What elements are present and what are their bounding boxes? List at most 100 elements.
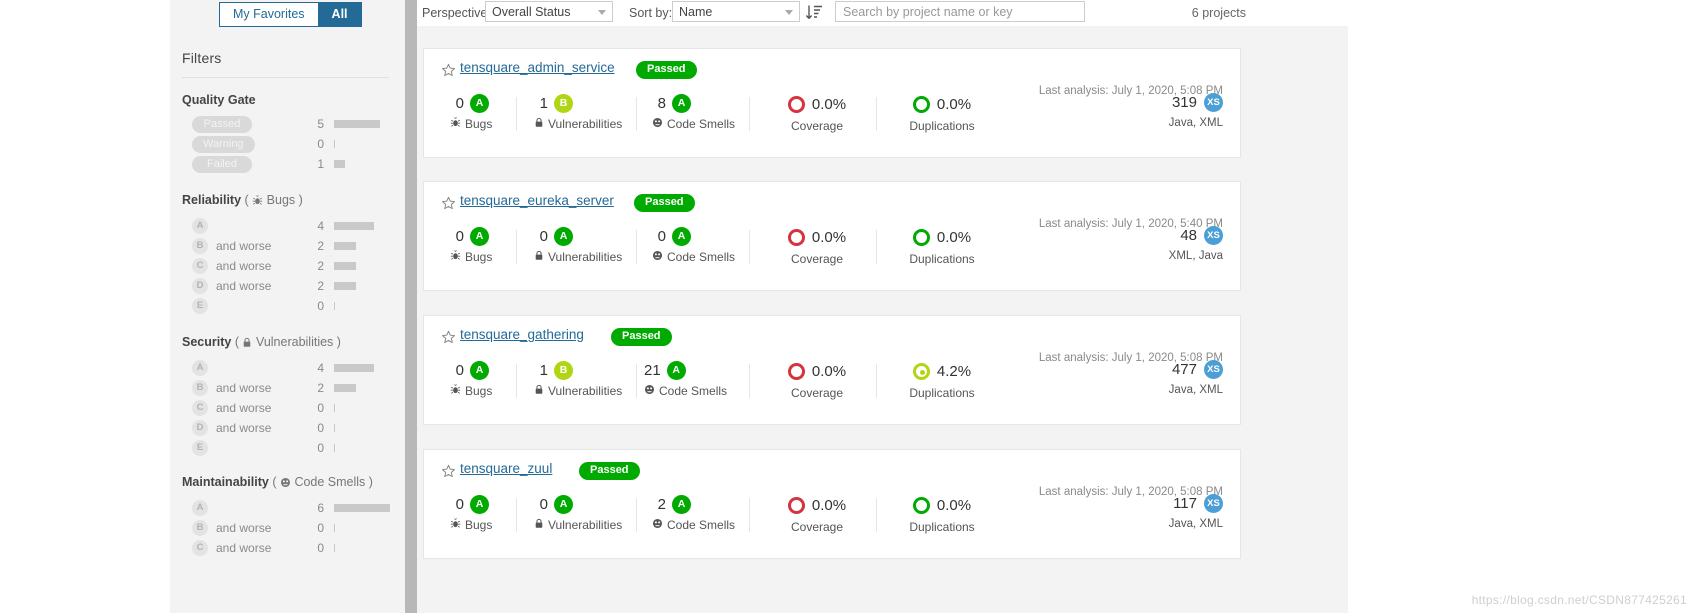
metric-duplications[interactable]: 4.2% Duplications bbox=[894, 360, 990, 400]
metric-code-smells[interactable]: 2A Code Smells bbox=[652, 494, 735, 532]
project-size: 48XS XML, Java bbox=[1169, 226, 1223, 262]
project-name-link[interactable]: tensquare_eureka_server bbox=[460, 193, 614, 208]
facet-row-rating-b[interactable]: B and worse 2 bbox=[182, 378, 392, 398]
facet-bar bbox=[334, 384, 356, 392]
facet-row-rating-c[interactable]: C and worse 0 bbox=[182, 538, 392, 558]
sort-ascending-icon[interactable] bbox=[805, 2, 823, 22]
metric-divider bbox=[749, 364, 750, 398]
project-name-link[interactable]: tensquare_zuul bbox=[460, 461, 552, 476]
metric-coverage[interactable]: 0.0% Coverage bbox=[769, 226, 865, 266]
lock-icon bbox=[534, 384, 544, 398]
scrollbar-track[interactable] bbox=[405, 26, 417, 613]
facet-row-passed[interactable]: Passed 5 bbox=[182, 114, 392, 134]
facet-row-rating-a[interactable]: A 4 bbox=[182, 216, 392, 236]
favorite-star-icon[interactable] bbox=[441, 330, 455, 344]
metric-code-smells[interactable]: 8A Code Smells bbox=[652, 93, 735, 131]
favorite-star-icon[interactable] bbox=[441, 464, 455, 478]
sort-by-select[interactable]: Name bbox=[672, 1, 800, 22]
facet-count: 0 bbox=[310, 421, 324, 435]
metric-bugs[interactable]: 0A Bugs bbox=[450, 494, 492, 532]
facet-row-failed[interactable]: Failed 1 bbox=[182, 154, 392, 174]
metric-divider bbox=[876, 364, 877, 398]
metric-vulnerabilities[interactable]: 1B Vulnerabilities bbox=[534, 93, 622, 131]
metric-value: 0 bbox=[450, 362, 470, 379]
metric-coverage[interactable]: 0.0% Coverage bbox=[769, 360, 865, 400]
scope-tab-my-favorites[interactable]: My Favorites bbox=[219, 2, 318, 27]
sort-by-value: Name bbox=[679, 5, 712, 19]
metric-duplications[interactable]: 0.0% Duplications bbox=[894, 226, 990, 266]
search-input[interactable] bbox=[835, 1, 1085, 22]
metric-code-smells[interactable]: 0A Code Smells bbox=[652, 226, 735, 264]
facet-bar bbox=[334, 242, 356, 250]
project-card-header: tensquare_gathering Passed Last analysis… bbox=[424, 316, 1240, 350]
perspective-select[interactable]: Overall Status bbox=[485, 1, 613, 22]
metric-bugs[interactable]: 0A Bugs bbox=[450, 93, 492, 131]
scrollbar-track-top[interactable] bbox=[405, 0, 417, 26]
metric-bugs[interactable]: 0A Bugs bbox=[450, 360, 492, 398]
facet-row-rating-c[interactable]: C and worse 2 bbox=[182, 256, 392, 276]
facet-row-rating-b[interactable]: B and worse 2 bbox=[182, 236, 392, 256]
rating-badge: A bbox=[672, 495, 691, 514]
project-card-header: tensquare_eureka_server Passed Last anal… bbox=[424, 182, 1240, 216]
filters-heading: Filters bbox=[182, 50, 222, 66]
metric-value: 0 bbox=[450, 95, 470, 112]
project-name-link[interactable]: tensquare_admin_service bbox=[460, 60, 615, 75]
rating-chip: C bbox=[192, 540, 208, 556]
perspective-label: Perspective: bbox=[422, 6, 491, 20]
project-card[interactable]: tensquare_zuul Passed Last analysis: Jul… bbox=[423, 449, 1241, 559]
facet-bar bbox=[334, 544, 335, 552]
facet-row-rating-d[interactable]: D and worse 0 bbox=[182, 418, 392, 438]
facet-bar bbox=[334, 364, 374, 372]
metric-duplications[interactable]: 0.0% Duplications bbox=[894, 93, 990, 133]
facet-row-label: and worse bbox=[216, 279, 271, 293]
facet-row-rating-a[interactable]: A 4 bbox=[182, 358, 392, 378]
metric-divider bbox=[749, 230, 750, 264]
favorite-star-icon[interactable] bbox=[441, 63, 455, 77]
rating-chip: D bbox=[192, 278, 208, 294]
metric-vulnerabilities[interactable]: 1B Vulnerabilities bbox=[534, 360, 622, 398]
code-smell-icon bbox=[280, 477, 291, 491]
rating-badge: B bbox=[554, 94, 573, 113]
projects-toolbar: Perspective: Overall Status Sort by: Nam… bbox=[405, 0, 1348, 26]
metric-vulnerabilities[interactable]: 0A Vulnerabilities bbox=[534, 226, 622, 264]
favorite-star-icon[interactable] bbox=[441, 196, 455, 210]
facet-row-rating-b[interactable]: B and worse 0 bbox=[182, 518, 392, 538]
coverage-donut-icon bbox=[788, 229, 805, 246]
metric-duplications[interactable]: 0.0% Duplications bbox=[894, 494, 990, 534]
metric-value: 2 bbox=[652, 496, 672, 513]
metric-divider bbox=[636, 97, 637, 131]
project-card-header: tensquare_zuul Passed Last analysis: Jul… bbox=[424, 450, 1240, 484]
facet-title-text: Security bbox=[182, 335, 231, 349]
project-name-link[interactable]: tensquare_gathering bbox=[460, 327, 584, 342]
metric-code-smells[interactable]: 21A Code Smells bbox=[644, 360, 727, 398]
metric-vulnerabilities[interactable]: 0A Vulnerabilities bbox=[534, 494, 622, 532]
rating-chip: C bbox=[192, 258, 208, 274]
project-card[interactable]: tensquare_eureka_server Passed Last anal… bbox=[423, 181, 1241, 291]
coverage-donut-icon bbox=[788, 363, 805, 380]
quality-gate-badge: Passed bbox=[611, 328, 672, 346]
metric-bugs[interactable]: 0A Bugs bbox=[450, 226, 492, 264]
metric-value: 0.0% bbox=[937, 229, 971, 246]
metric-label: Coverage bbox=[769, 520, 865, 534]
facet-row-rating-e[interactable]: E 0 bbox=[182, 296, 392, 316]
rating-badge: A bbox=[672, 94, 691, 113]
facet-row-rating-d[interactable]: D and worse 2 bbox=[182, 276, 392, 296]
metric-coverage[interactable]: 0.0% Coverage bbox=[769, 494, 865, 534]
duplications-donut-icon bbox=[913, 363, 930, 380]
metric-divider bbox=[876, 230, 877, 264]
facet-maintainability: Maintainability ( Code Smells ) A 6 B an… bbox=[182, 475, 392, 558]
metric-value: 0.0% bbox=[812, 363, 846, 380]
scope-tab-all[interactable]: All bbox=[318, 2, 362, 27]
rating-chip: D bbox=[192, 420, 208, 436]
project-languages: XML, Java bbox=[1169, 250, 1223, 262]
facet-row-rating-e[interactable]: E 0 bbox=[182, 438, 392, 458]
bug-icon bbox=[252, 195, 263, 209]
metric-coverage[interactable]: 0.0% Coverage bbox=[769, 93, 865, 133]
rating-chip: B bbox=[192, 520, 208, 536]
facet-row-warning[interactable]: Warning 0 bbox=[182, 134, 392, 154]
project-card[interactable]: tensquare_admin_service Passed Last anal… bbox=[423, 48, 1241, 158]
facet-count: 2 bbox=[310, 259, 324, 273]
facet-row-rating-a[interactable]: A 6 bbox=[182, 498, 392, 518]
facet-row-rating-c[interactable]: C and worse 0 bbox=[182, 398, 392, 418]
project-card[interactable]: tensquare_gathering Passed Last analysis… bbox=[423, 315, 1241, 425]
